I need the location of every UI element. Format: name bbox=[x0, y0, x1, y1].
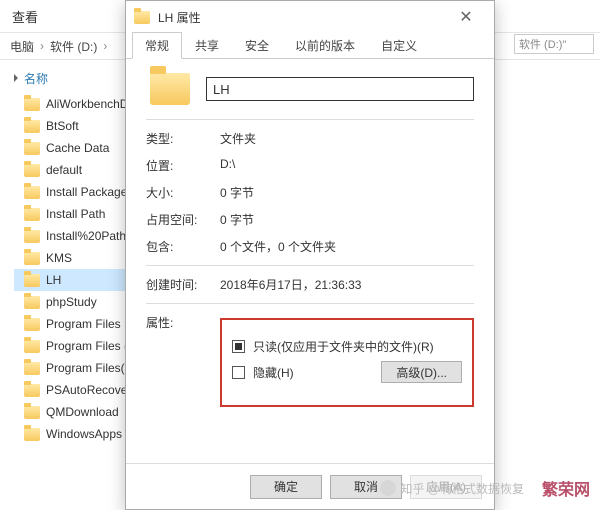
dialog-tabs: 常规共享安全以前的版本自定义 bbox=[126, 33, 494, 59]
tab-1[interactable]: 共享 bbox=[182, 32, 232, 59]
folder-icon bbox=[24, 406, 40, 419]
list-item-label: Cache Data bbox=[46, 141, 109, 155]
list-item[interactable]: Install%20Path bbox=[14, 225, 130, 247]
folder-icon bbox=[24, 362, 40, 375]
list-item[interactable]: BtSoft bbox=[14, 115, 130, 137]
value-size: 0 字节 bbox=[220, 184, 254, 201]
folder-icon bbox=[150, 73, 190, 105]
folder-icon bbox=[24, 274, 40, 287]
list-item[interactable]: QMDownload bbox=[14, 401, 130, 423]
folder-icon bbox=[134, 11, 150, 24]
dialog-title: LH 属性 bbox=[158, 9, 201, 26]
tab-0[interactable]: 常规 bbox=[132, 32, 182, 59]
list-item[interactable]: Program Files (x8 bbox=[14, 335, 130, 357]
list-item[interactable]: Program Files bbox=[14, 313, 130, 335]
breadcrumb-seg[interactable]: 电脑 bbox=[10, 38, 34, 55]
ok-button[interactable]: 确定 bbox=[250, 475, 322, 499]
properties-dialog: LH 属性 ✕ 常规共享安全以前的版本自定义 LH 类型:文件夹 位置:D:\ … bbox=[125, 0, 495, 510]
hidden-label: 隐藏(H) bbox=[253, 364, 294, 381]
folder-icon bbox=[24, 120, 40, 133]
list-item-label: QMDownload bbox=[46, 405, 119, 419]
readonly-label: 只读(仅应用于文件夹中的文件)(R) bbox=[253, 338, 434, 355]
list-item-label: WindowsApps bbox=[46, 427, 122, 441]
list-item-label: Install Package bbox=[46, 185, 127, 199]
cancel-button[interactable]: 取消 bbox=[330, 475, 402, 499]
folder-icon bbox=[24, 142, 40, 155]
list-item-label: AliWorkbenchDat bbox=[46, 97, 130, 111]
list-item[interactable]: PSAutoRecover bbox=[14, 379, 130, 401]
list-item[interactable]: Install Path bbox=[14, 203, 130, 225]
attributes-highlight-box: 只读(仅应用于文件夹中的文件)(R) 隐藏(H) 高级(D)... bbox=[220, 318, 474, 407]
chevron-right-icon: › bbox=[103, 39, 107, 53]
folder-icon bbox=[24, 164, 40, 177]
tab-2[interactable]: 安全 bbox=[232, 32, 282, 59]
label-type: 类型: bbox=[146, 130, 220, 147]
column-header-name[interactable]: 名称 bbox=[14, 70, 130, 87]
value-created: 2018年6月17日，21:36:33 bbox=[220, 276, 361, 293]
list-item[interactable]: default bbox=[14, 159, 130, 181]
divider bbox=[146, 303, 474, 304]
tab-3[interactable]: 以前的版本 bbox=[282, 32, 368, 59]
folder-icon bbox=[24, 340, 40, 353]
label-location: 位置: bbox=[146, 157, 220, 174]
folder-icon bbox=[24, 428, 40, 441]
folder-icon bbox=[24, 296, 40, 309]
folder-name-input[interactable]: LH bbox=[206, 77, 474, 101]
chevron-right-icon: › bbox=[40, 39, 44, 53]
list-item-label: Program Files bbox=[46, 317, 121, 331]
list-item[interactable]: phpStudy bbox=[14, 291, 130, 313]
dialog-titlebar: LH 属性 ✕ bbox=[126, 1, 494, 33]
label-size: 大小: bbox=[146, 184, 220, 201]
breadcrumb-seg[interactable]: 软件 (D:) bbox=[50, 38, 97, 55]
list-item-label: KMS bbox=[46, 251, 72, 265]
label-contains: 包含: bbox=[146, 238, 220, 255]
folder-icon bbox=[24, 208, 40, 221]
value-type: 文件夹 bbox=[220, 130, 256, 147]
search-input[interactable]: 软件 (D:)" bbox=[514, 34, 594, 54]
list-item-label: phpStudy bbox=[46, 295, 97, 309]
list-item[interactable]: AliWorkbenchDat bbox=[14, 93, 130, 115]
label-attributes: 属性: bbox=[146, 314, 220, 331]
list-item[interactable]: WindowsApps bbox=[14, 423, 130, 445]
list-item[interactable]: KMS bbox=[14, 247, 130, 269]
tab-4[interactable]: 自定义 bbox=[368, 32, 430, 59]
list-item-label: PSAutoRecover bbox=[46, 383, 130, 397]
value-location: D:\ bbox=[220, 157, 235, 174]
list-item[interactable]: LH bbox=[14, 269, 130, 291]
folder-icon bbox=[24, 186, 40, 199]
hidden-checkbox[interactable] bbox=[232, 366, 245, 379]
apply-button[interactable]: 应用(A) bbox=[410, 475, 482, 499]
list-item-label: Install%20Path bbox=[46, 229, 126, 243]
list-item-label: default bbox=[46, 163, 82, 177]
divider bbox=[146, 265, 474, 266]
file-list: 名称 AliWorkbenchDat BtSoft Cache Data defaul… bbox=[0, 60, 130, 510]
value-size-on-disk: 0 字节 bbox=[220, 211, 254, 228]
folder-icon bbox=[24, 318, 40, 331]
list-item-label: Install Path bbox=[46, 207, 105, 221]
list-item-label: LH bbox=[46, 273, 61, 287]
list-item-label: Program Files (x8 bbox=[46, 339, 130, 353]
dialog-footer: 确定 取消 应用(A) bbox=[126, 463, 494, 509]
advanced-button[interactable]: 高级(D)... bbox=[381, 361, 462, 383]
list-item[interactable]: Install Package bbox=[14, 181, 130, 203]
list-item[interactable]: Program Files(x86 bbox=[14, 357, 130, 379]
list-item-label: BtSoft bbox=[46, 119, 79, 133]
readonly-checkbox[interactable] bbox=[232, 340, 245, 353]
list-item[interactable]: Cache Data bbox=[14, 137, 130, 159]
close-button[interactable]: ✕ bbox=[446, 3, 486, 31]
value-contains: 0 个文件，0 个文件夹 bbox=[220, 238, 336, 255]
label-created: 创建时间: bbox=[146, 276, 220, 293]
folder-icon bbox=[24, 98, 40, 111]
divider bbox=[146, 119, 474, 120]
label-size-on-disk: 占用空间: bbox=[146, 211, 220, 228]
folder-icon bbox=[24, 252, 40, 265]
folder-icon bbox=[24, 230, 40, 243]
list-item-label: Program Files(x86 bbox=[46, 361, 130, 375]
folder-icon bbox=[24, 384, 40, 397]
